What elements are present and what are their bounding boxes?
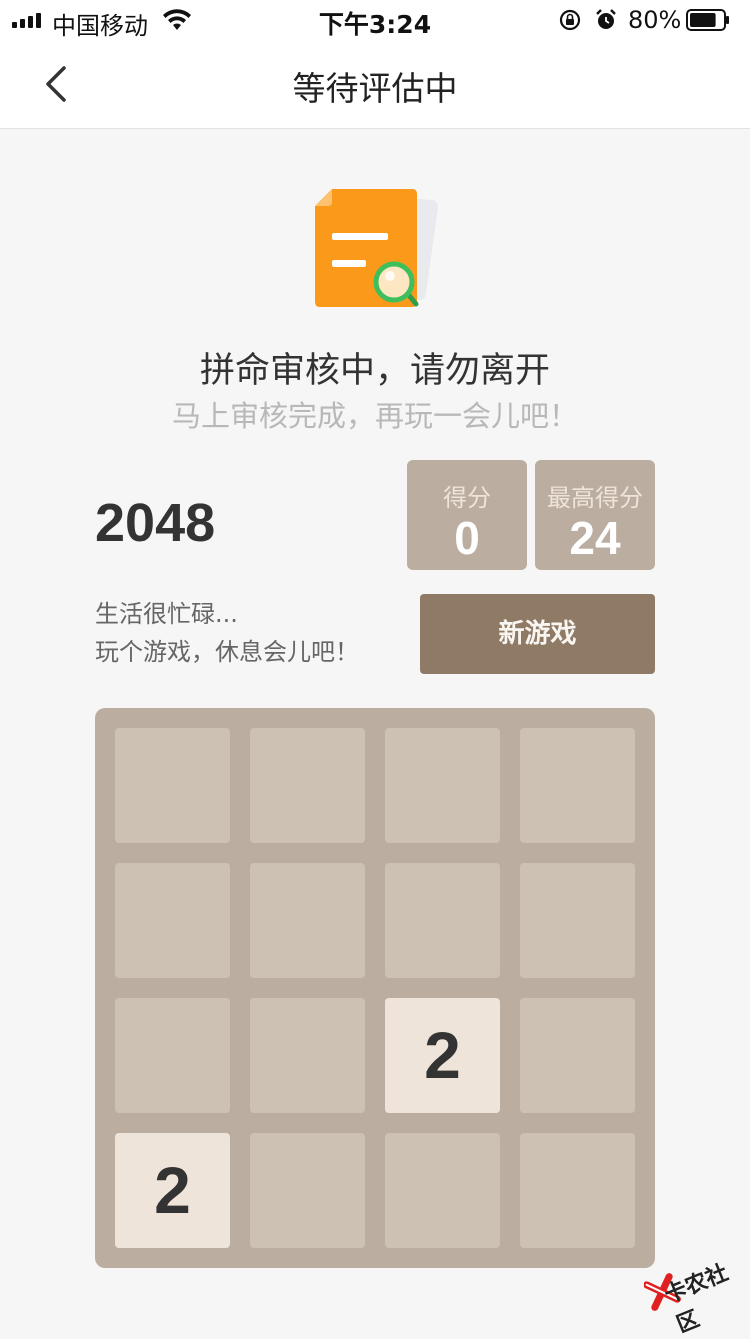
game-intro-line2: 玩个游戏，休息会儿吧！ [95, 638, 359, 666]
review-headline: 拼命审核中，请勿离开 [199, 351, 550, 391]
board-cell [520, 1133, 635, 1248]
board-cell [385, 728, 500, 843]
board-cell [115, 998, 230, 1113]
board-cell [385, 863, 500, 978]
tile-2: 2 [115, 1133, 230, 1248]
board-cell [385, 1133, 500, 1248]
tile-2: 2 [385, 998, 500, 1113]
battery-icon [686, 9, 729, 31]
page-title: 等待评估中 [292, 69, 458, 108]
board-cell [250, 728, 365, 843]
score-box: 得分 0 [407, 460, 527, 570]
navigation-bar: 等待评估中 [0, 40, 750, 129]
board-cell [520, 863, 635, 978]
game-board[interactable]: 22 [95, 708, 655, 1268]
score-label: 得分 [443, 484, 491, 512]
alarm-icon [596, 9, 616, 29]
battery-percent: 80% [628, 6, 682, 34]
document-search-icon [315, 189, 438, 307]
game-title: 2048 [95, 493, 216, 553]
new-game-button[interactable]: 新游戏 [420, 594, 655, 674]
board-cell [520, 998, 635, 1113]
board-cell [250, 863, 365, 978]
rotation-lock-icon [559, 9, 581, 31]
board-cell [115, 728, 230, 843]
status-bar: 中国移动 下午3:24 80% [0, 0, 750, 40]
board-cell [250, 1133, 365, 1248]
board-cell [115, 863, 230, 978]
board-cell [250, 998, 365, 1113]
best-score-value: 24 [569, 512, 621, 564]
review-subline: 马上审核完成，再玩一会儿吧！ [171, 399, 578, 433]
best-score-label: 最高得分 [547, 484, 643, 512]
best-score-box: 最高得分 24 [535, 460, 655, 570]
score-value: 0 [454, 512, 480, 564]
game-intro-line1: 生活很忙碌... [95, 600, 238, 628]
board-cell [520, 728, 635, 843]
